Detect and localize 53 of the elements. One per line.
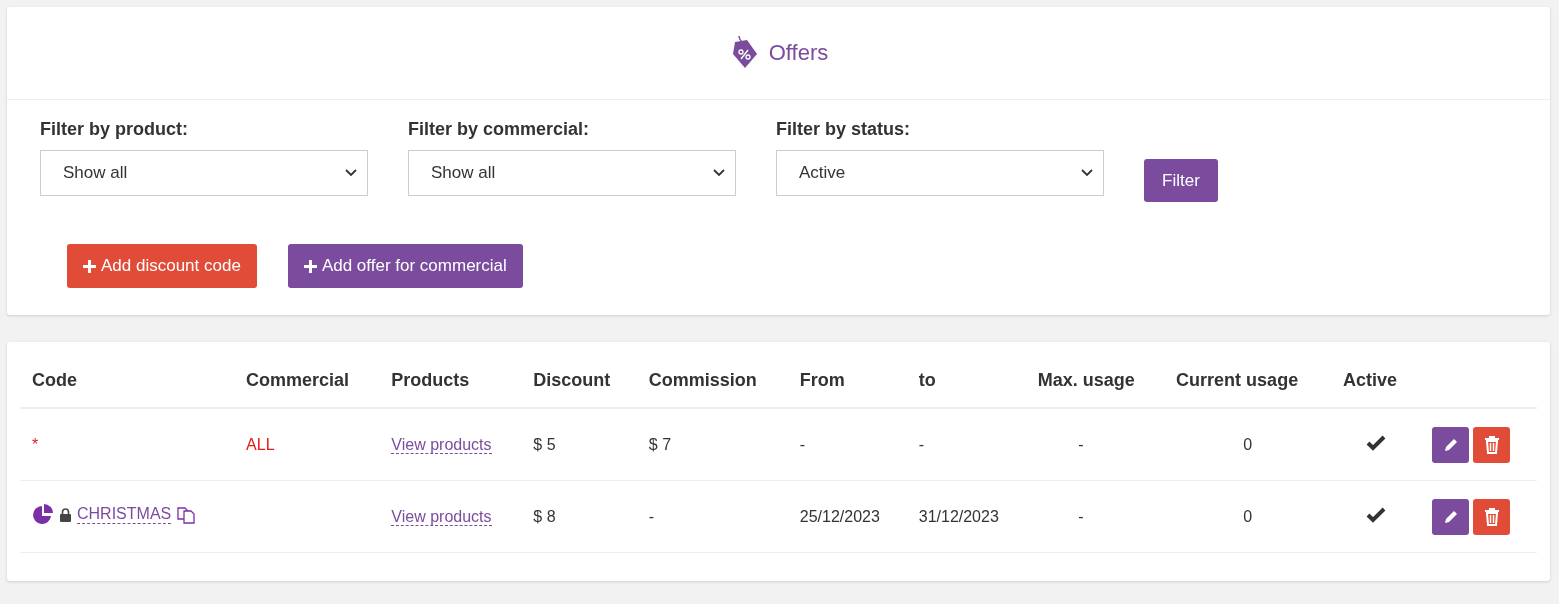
plus-icon bbox=[83, 259, 96, 273]
current-usage-text: 0 bbox=[1243, 435, 1253, 453]
delete-button[interactable] bbox=[1473, 498, 1511, 535]
column-header: From bbox=[799, 370, 845, 390]
from-date-text: 25/12/2023 bbox=[799, 507, 880, 525]
commission-text: - bbox=[648, 507, 655, 525]
column-header: to bbox=[918, 370, 936, 390]
commercial-text: ALL bbox=[246, 435, 275, 453]
checkmark-icon bbox=[1365, 434, 1386, 451]
trash-icon bbox=[1483, 507, 1500, 526]
column-header: Max. usage bbox=[1037, 370, 1135, 390]
view-products-link[interactable]: View products bbox=[391, 435, 492, 454]
to-date-text: - bbox=[918, 435, 925, 453]
caret-icon bbox=[1081, 169, 1093, 177]
filter-label: Filter by status: bbox=[776, 119, 912, 140]
column-header: Active bbox=[1343, 370, 1398, 390]
column-header: Products bbox=[391, 370, 470, 390]
add-button[interactable]: Add discount code bbox=[67, 244, 257, 288]
discount-text: $ 8 bbox=[533, 507, 556, 525]
code-text: * bbox=[32, 435, 39, 453]
filter-select[interactable]: Show all bbox=[40, 150, 368, 196]
checkmark-icon bbox=[1365, 506, 1386, 523]
max-usage-text: - bbox=[1078, 507, 1084, 525]
pie-chart-icon[interactable] bbox=[32, 503, 54, 526]
discount-text: $ 5 bbox=[533, 435, 556, 453]
edit-button[interactable] bbox=[1432, 426, 1470, 463]
max-usage-text: - bbox=[1078, 435, 1084, 453]
plus-icon bbox=[303, 259, 317, 273]
delete-button[interactable] bbox=[1473, 426, 1511, 463]
edit-button[interactable] bbox=[1432, 498, 1470, 535]
lock-icon bbox=[60, 507, 71, 522]
caret-icon bbox=[713, 169, 725, 177]
view-products-link[interactable]: View products bbox=[391, 507, 492, 526]
add-button[interactable]: Add offer for commercial bbox=[287, 244, 523, 288]
filter-select[interactable]: Show all bbox=[408, 150, 736, 196]
column-header: Current usage bbox=[1176, 370, 1299, 390]
code-link[interactable]: CHRISTMAS bbox=[77, 505, 172, 524]
column-header: Commission bbox=[648, 370, 757, 390]
current-usage-text: 0 bbox=[1243, 507, 1253, 525]
from-date-text: - bbox=[799, 435, 806, 453]
column-header: Discount bbox=[533, 370, 611, 390]
to-date-text: 31/12/2023 bbox=[918, 507, 999, 525]
copy-icon[interactable] bbox=[177, 505, 196, 524]
commission-text: $ 7 bbox=[648, 435, 672, 453]
filter-select[interactable]: Active bbox=[776, 150, 1104, 196]
filter-label: Filter by commercial: bbox=[408, 119, 591, 140]
page-title: Offers bbox=[768, 40, 829, 66]
caret-icon bbox=[345, 169, 357, 177]
column-header: Code bbox=[32, 370, 77, 390]
filter-button[interactable]: Filter bbox=[1144, 159, 1218, 202]
filter-label: Filter by product: bbox=[40, 119, 189, 140]
column-header: Commercial bbox=[246, 370, 350, 390]
trash-icon bbox=[1483, 435, 1500, 454]
